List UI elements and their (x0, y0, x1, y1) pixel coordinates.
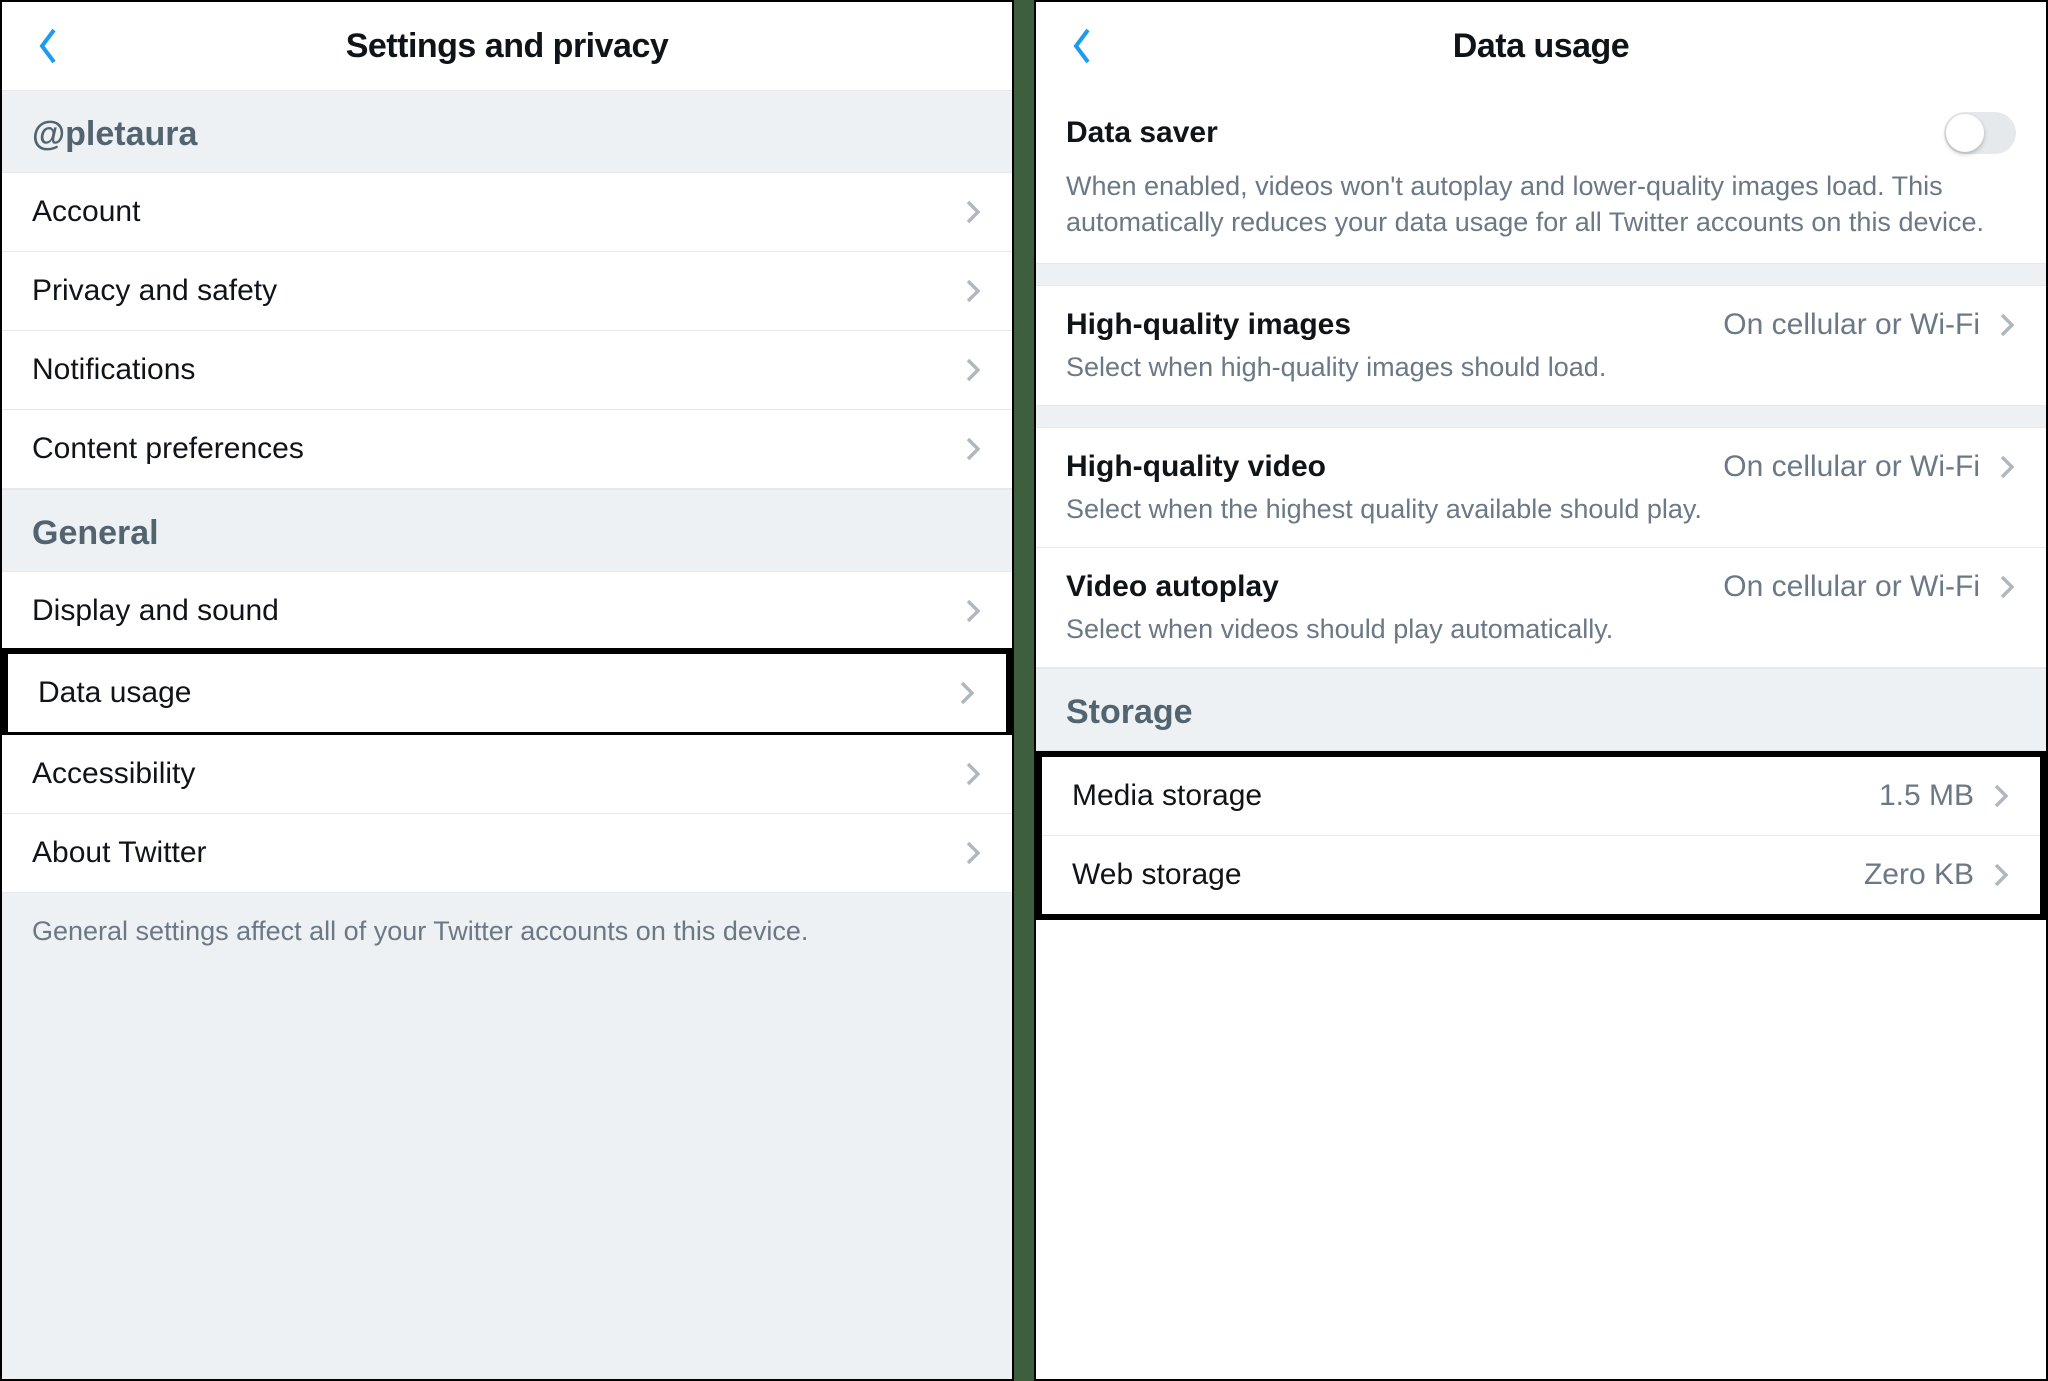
row-label: About Twitter (32, 836, 207, 870)
row-high-quality-images[interactable]: High-quality images On cellular or Wi-Fi (1036, 286, 2046, 352)
data-saver-label: Data saver (1066, 116, 1218, 150)
row-accessibility[interactable]: Accessibility (2, 735, 1012, 814)
chevron-right-icon (1992, 782, 2010, 810)
chevron-right-icon (1998, 573, 2016, 601)
option-label: High-quality video (1066, 450, 1326, 484)
option-description: Select when high-quality images should l… (1036, 352, 2046, 406)
chevron-right-icon (964, 760, 982, 788)
row-label: Media storage (1072, 779, 1262, 813)
chevron-left-icon (36, 26, 60, 66)
row-value: 1.5 MB (1879, 779, 1974, 813)
chevron-right-icon (964, 277, 982, 305)
chevron-right-icon (964, 435, 982, 463)
chevron-right-icon (964, 198, 982, 226)
row-web-storage[interactable]: Web storage Zero KB (1042, 836, 2040, 914)
chevron-left-icon (1070, 26, 1094, 66)
data-saver-toggle[interactable] (1944, 112, 2016, 154)
chevron-right-icon (964, 356, 982, 384)
option-label: Video autoplay (1066, 570, 1279, 604)
row-value: Zero KB (1864, 858, 1974, 892)
row-label: Account (32, 195, 140, 229)
option-value: On cellular or Wi-Fi (1723, 570, 1980, 604)
back-button[interactable] (1060, 24, 1104, 68)
general-footer-note: General settings affect all of your Twit… (2, 893, 1012, 1379)
chevron-right-icon (958, 679, 976, 707)
data-usage-pane: Data usage Data saver When enabled, vide… (1034, 0, 2048, 1381)
chevron-right-icon (1992, 861, 2010, 889)
chevron-right-icon (964, 839, 982, 867)
row-account[interactable]: Account (2, 173, 1012, 252)
storage-section-header: Storage (1036, 668, 2046, 751)
section-gap (1036, 264, 2046, 286)
page-title: Data usage (1453, 27, 1629, 66)
row-display-and-sound[interactable]: Display and sound (2, 572, 1012, 651)
data-saver-row: Data saver (1036, 90, 2046, 164)
option-label: High-quality images (1066, 308, 1351, 342)
row-media-storage[interactable]: Media storage 1.5 MB (1042, 757, 2040, 836)
general-section-header: General (2, 489, 1012, 572)
row-label: Display and sound (32, 594, 279, 628)
row-label: Accessibility (32, 757, 195, 791)
row-high-quality-video[interactable]: High-quality video On cellular or Wi-Fi (1036, 428, 2046, 494)
option-value: On cellular or Wi-Fi (1723, 450, 1980, 484)
section-gap (1036, 406, 2046, 428)
page-title: Settings and privacy (346, 27, 669, 66)
option-description: Select when videos should play automatic… (1036, 614, 2046, 668)
row-label: Content preferences (32, 432, 304, 466)
row-label: Web storage (1072, 858, 1242, 892)
chevron-right-icon (964, 597, 982, 625)
highlight-data-usage: Data usage (2, 648, 1012, 738)
row-notifications[interactable]: Notifications (2, 331, 1012, 410)
row-content-preferences[interactable]: Content preferences (2, 410, 1012, 489)
left-header: Settings and privacy (2, 2, 1012, 90)
row-about-twitter[interactable]: About Twitter (2, 814, 1012, 893)
row-label: Data usage (38, 676, 191, 710)
row-label: Privacy and safety (32, 274, 277, 308)
row-privacy-and-safety[interactable]: Privacy and safety (2, 252, 1012, 331)
data-saver-description: When enabled, videos won't autoplay and … (1036, 164, 2046, 264)
settings-pane: Settings and privacy @pletaura Account P… (0, 0, 1014, 1381)
toggle-knob (1946, 114, 1984, 152)
chevron-right-icon (1998, 453, 2016, 481)
highlight-storage: Media storage 1.5 MB Web storage Zero KB (1036, 751, 2046, 920)
option-value: On cellular or Wi-Fi (1723, 308, 1980, 342)
option-description: Select when the highest quality availabl… (1036, 494, 2046, 548)
user-section-header: @pletaura (2, 90, 1012, 173)
back-button[interactable] (26, 24, 70, 68)
row-label: Notifications (32, 353, 195, 387)
chevron-right-icon (1998, 311, 2016, 339)
row-data-usage[interactable]: Data usage (8, 654, 1006, 732)
row-video-autoplay[interactable]: Video autoplay On cellular or Wi-Fi (1036, 548, 2046, 614)
right-header: Data usage (1036, 2, 2046, 90)
